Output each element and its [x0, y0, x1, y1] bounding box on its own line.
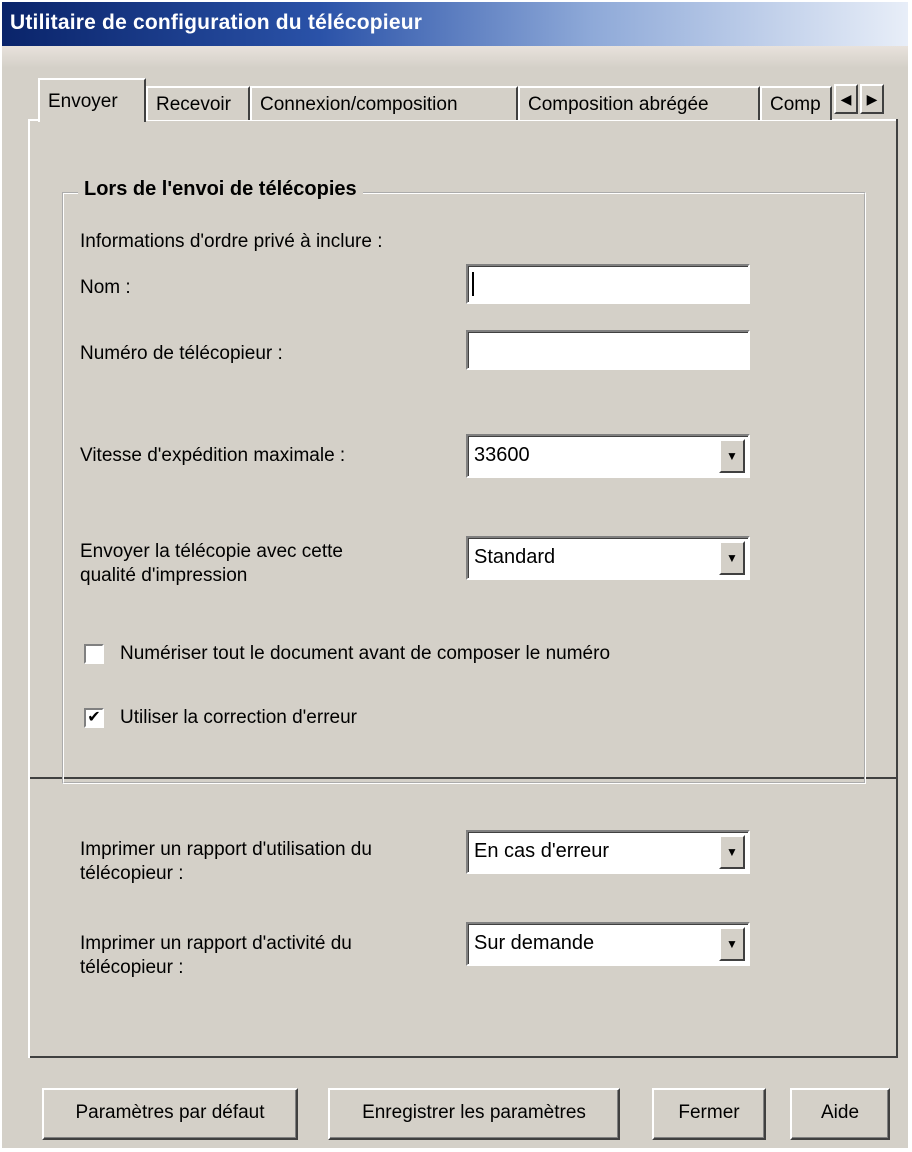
fax-number-input[interactable]: [466, 330, 750, 370]
error-correction-checkbox[interactable]: ✔: [84, 708, 104, 728]
help-button[interactable]: Aide: [790, 1088, 890, 1140]
fax-config-window: Utilitaire de configuration du télécopie…: [2, 2, 908, 1148]
group-title: Lors de l'envoi de télécopies: [78, 178, 363, 201]
save-settings-button[interactable]: Enregistrer les paramètres: [328, 1088, 620, 1140]
tab-composition-abregee-label: Composition abrégée: [528, 94, 709, 115]
text-caret: [472, 272, 474, 296]
scan-document-label: Numériser tout le document avant de comp…: [120, 643, 611, 664]
usage-report-label-line2: télécopieur :: [80, 863, 184, 884]
usage-report-select[interactable]: En cas d'erreur ▼: [466, 830, 750, 874]
window-title: Utilitaire de configuration du télécopie…: [10, 11, 423, 34]
usage-report-label-line1: Imprimer un rapport d'utilisation du: [80, 839, 372, 860]
chevron-down-icon[interactable]: ▼: [719, 439, 745, 473]
activity-report-select[interactable]: Sur demande ▼: [466, 922, 750, 966]
title-bar[interactable]: Utilitaire de configuration du télécopie…: [2, 2, 908, 46]
tab-comp-truncated[interactable]: Comp: [760, 86, 832, 120]
tab-composition-abregee[interactable]: Composition abrégée: [518, 86, 760, 120]
name-input[interactable]: [466, 264, 750, 304]
error-correction-label: Utiliser la correction d'erreur: [120, 707, 357, 728]
activity-report-value: Sur demande: [474, 932, 595, 954]
print-quality-select[interactable]: Standard ▼: [466, 536, 750, 580]
fax-number-label: Numéro de télécopieur :: [80, 343, 283, 364]
quality-label-line1: Envoyer la télécopie avec cette: [80, 541, 343, 562]
private-info-label: Informations d'ordre privé à inclure :: [80, 231, 383, 252]
activity-report-label-line1: Imprimer un rapport d'activité du: [80, 933, 352, 954]
close-button[interactable]: Fermer: [652, 1088, 766, 1140]
tab-connexion-composition[interactable]: Connexion/composition: [250, 86, 518, 120]
max-speed-label: Vitesse d'expédition maximale :: [80, 445, 346, 466]
activity-report-label-line2: télécopieur :: [80, 957, 184, 978]
tab-scroll-left-icon[interactable]: ◀: [834, 84, 858, 114]
tab-recevoir[interactable]: Recevoir: [146, 86, 250, 120]
tab-scroll-right-icon[interactable]: ▶: [860, 84, 884, 114]
tab-recevoir-label: Recevoir: [156, 94, 231, 115]
panel-right-border: [896, 119, 898, 1058]
tab-envoyer[interactable]: Envoyer: [38, 78, 146, 122]
usage-report-value: En cas d'erreur: [474, 840, 609, 862]
chevron-down-icon[interactable]: ▼: [719, 541, 745, 575]
scan-document-checkbox[interactable]: [84, 644, 104, 664]
tab-comp-label: Comp: [770, 94, 821, 115]
chevron-down-icon[interactable]: ▼: [719, 927, 745, 961]
name-label: Nom :: [80, 277, 131, 298]
quality-label-line2: qualité d'impression: [80, 565, 248, 586]
tab-connexion-label: Connexion/composition: [260, 94, 458, 115]
print-quality-value: Standard: [474, 546, 556, 568]
title-bar-shadow: [2, 46, 908, 68]
default-settings-button[interactable]: Paramètres par défaut: [42, 1088, 298, 1140]
max-speed-value: 33600: [474, 444, 530, 466]
chevron-down-icon[interactable]: ▼: [719, 835, 745, 869]
panel-left-border: [28, 119, 30, 1058]
max-speed-select[interactable]: 33600 ▼: [466, 434, 750, 478]
tab-envoyer-label: Envoyer: [48, 91, 118, 112]
panel-bottom-border: [28, 1056, 898, 1058]
